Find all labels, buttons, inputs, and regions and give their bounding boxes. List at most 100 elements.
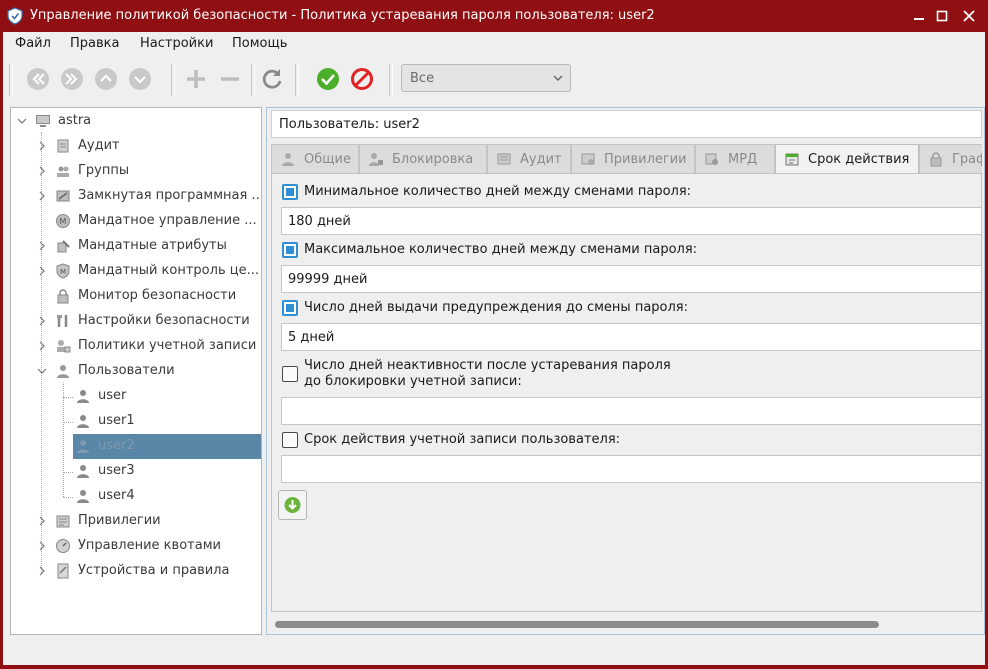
tree-item-user4[interactable]: user4	[11, 484, 261, 509]
tab-expiration[interactable]: Срок действия	[775, 144, 919, 174]
tree-item-label: Привилегии	[78, 513, 161, 528]
min-days-field[interactable]: 180 дней	[281, 207, 981, 235]
tree-item-label: Замкнутая программная ...	[78, 188, 262, 203]
inactive-days-field[interactable]	[281, 397, 981, 425]
max-days-label: Максимальное количество дней между смена…	[304, 242, 698, 257]
warn-days-label: Число дней выдачи предупреждения до смен…	[304, 300, 688, 315]
tree-item-quotas[interactable]: Управление квотами	[11, 534, 261, 559]
tree-item-label: Мандатное управление ...	[78, 213, 257, 228]
max-days-checkbox[interactable]	[282, 242, 298, 258]
inactive-days-checkbox[interactable]	[282, 366, 298, 382]
computer-icon	[36, 115, 50, 127]
tree-item-security-settings[interactable]: Настройки безопасности	[11, 309, 261, 334]
filter-select[interactable]: Все	[401, 64, 571, 92]
inactive-days-label-line2: до блокировки учетной записи:	[304, 374, 522, 389]
account-expire-checkbox[interactable]	[282, 432, 298, 448]
tab-mrd[interactable]: МРД	[695, 144, 775, 173]
tree-item-label: Мандатные атрибуты	[78, 238, 227, 253]
tree-item-mandatory-attributes[interactable]: Мандатные атрибуты	[11, 234, 261, 259]
chevron-right-icon	[39, 341, 45, 351]
menu-file[interactable]: Файл	[15, 36, 51, 51]
close-button[interactable]	[958, 5, 980, 27]
last-icon[interactable]	[59, 66, 85, 92]
tree-item-groups[interactable]: Группы	[11, 159, 261, 184]
toolbar-separator	[389, 64, 393, 96]
maximize-button[interactable]	[931, 5, 953, 27]
toolbar-separator	[171, 64, 175, 96]
tree-item-account-policies[interactable]: Политики учетной записи	[11, 334, 261, 359]
tab-lockout[interactable]: Блокировка	[359, 144, 487, 173]
max-days-field[interactable]: 99999 дней	[281, 265, 981, 293]
warn-days-field[interactable]: 5 дней	[281, 323, 981, 351]
software-icon	[56, 190, 70, 202]
max-days-value: 99999 дней	[288, 272, 368, 287]
tree-item-devices-rules[interactable]: Устройства и правила	[11, 559, 261, 584]
chevron-down-icon	[17, 118, 27, 124]
down-icon[interactable]	[127, 66, 153, 92]
menu-edit[interactable]: Правка	[70, 36, 119, 51]
min-days-value: 180 дней	[288, 214, 351, 229]
tree-item-mandatory-control[interactable]: M Мандатное управление ...	[11, 209, 261, 234]
devices-icon	[57, 563, 69, 579]
tree-item-security-monitor[interactable]: Монитор безопасности	[11, 284, 261, 309]
tree-item-label: Мандатный контроль це...	[78, 263, 259, 278]
users-icon	[57, 365, 69, 378]
user-icon	[77, 440, 89, 453]
tree-item-label: user3	[98, 463, 135, 478]
tab-label: Граф	[952, 152, 982, 167]
tree-root-label: astra	[58, 113, 92, 128]
up-icon[interactable]	[93, 66, 119, 92]
tree-item-audit[interactable]: Аудит	[11, 134, 261, 159]
tree-item-closed-software[interactable]: Замкнутая программная ...	[11, 184, 262, 209]
minimize-button[interactable]	[908, 5, 930, 27]
chevron-right-icon	[39, 566, 45, 576]
tab-label: Аудит	[520, 152, 562, 167]
chevron-right-icon	[39, 541, 45, 551]
tree-item-privileges[interactable]: Привилегии	[11, 509, 261, 534]
tree-item-label: Пользователи	[78, 363, 175, 378]
tree-item-user2[interactable]: user2	[73, 434, 261, 459]
tab-privileges[interactable]: Привилегии	[571, 144, 695, 173]
apply-icon[interactable]	[315, 66, 341, 92]
tree-item-user[interactable]: user	[11, 384, 261, 409]
min-days-checkbox[interactable]	[282, 184, 298, 200]
add-icon[interactable]	[183, 66, 209, 92]
privileges-icon	[581, 153, 595, 165]
cancel-icon[interactable]	[349, 66, 375, 92]
attributes-icon	[57, 240, 70, 253]
tab-label: Блокировка	[392, 152, 474, 167]
menu-help[interactable]: Помощь	[232, 36, 287, 51]
tree-item-label: user1	[98, 413, 135, 428]
tree-item-user1[interactable]: user1	[11, 409, 261, 434]
minimize-icon	[914, 18, 924, 20]
tree-item-users[interactable]: Пользователи	[11, 359, 261, 384]
user-icon	[77, 415, 89, 428]
tab-general[interactable]: Общие	[271, 144, 359, 173]
shield-app-icon	[7, 7, 23, 25]
user-icon	[282, 153, 294, 166]
tree-item-label: user4	[98, 488, 135, 503]
details-pane: Пользователь: user2 Общие Блокировка Ауд…	[266, 107, 985, 635]
tree-item-user3[interactable]: user3	[11, 459, 261, 484]
first-icon[interactable]	[25, 66, 51, 92]
menu-settings[interactable]: Настройки	[140, 36, 213, 51]
tab-graph[interactable]: Граф	[919, 144, 982, 173]
chevron-right-icon	[39, 191, 45, 201]
tree-item-label: Политики учетной записи	[78, 338, 257, 353]
lock-icon	[57, 289, 69, 304]
tab-audit[interactable]: Аудит	[487, 144, 571, 173]
mandatory-shield-icon: M	[56, 214, 70, 228]
policy-tree[interactable]: astra Аудит Группы Замкнутая программная…	[10, 107, 262, 635]
refresh-icon[interactable]	[259, 66, 285, 92]
remove-icon[interactable]	[217, 66, 243, 92]
horizontal-scrollbar[interactable]	[275, 621, 879, 628]
download-icon	[284, 497, 301, 513]
account-expire-field[interactable]	[281, 455, 981, 483]
toolbar-separator	[295, 64, 299, 96]
tree-root-astra[interactable]: astra	[11, 109, 261, 134]
tools-icon	[57, 315, 68, 327]
warn-days-checkbox[interactable]	[282, 300, 298, 316]
tree-item-integrity-control[interactable]: M Мандатный контроль це...	[11, 259, 261, 284]
maximize-icon	[936, 10, 948, 22]
download-button[interactable]	[278, 490, 307, 520]
